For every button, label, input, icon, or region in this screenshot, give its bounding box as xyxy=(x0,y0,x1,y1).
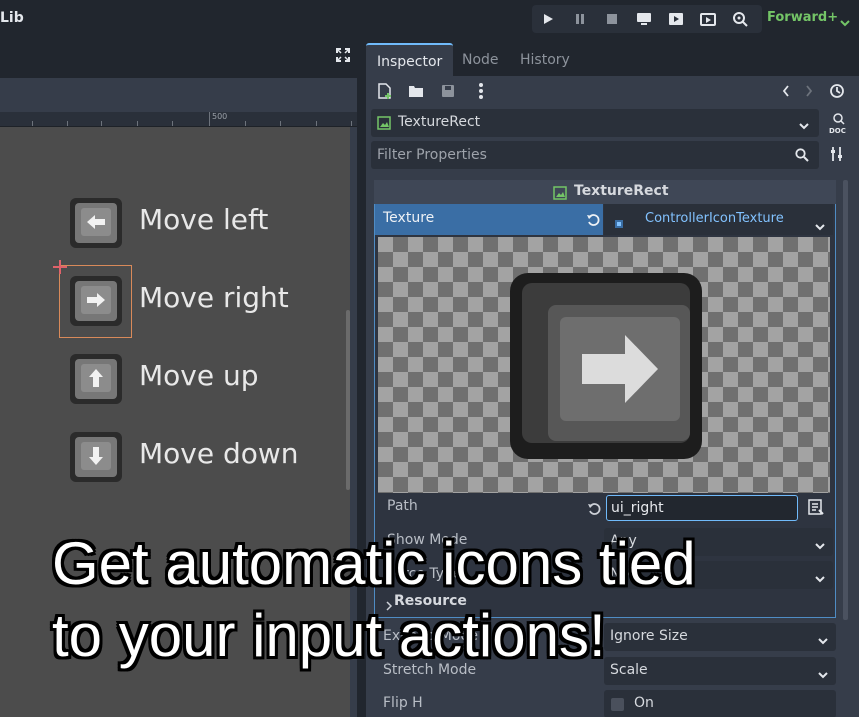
object-name: TextureRect xyxy=(398,114,481,130)
renderer-selector[interactable]: Forward+ xyxy=(767,10,838,25)
checkbox-icon[interactable] xyxy=(611,698,624,711)
texture-value: ControllerIconTexture xyxy=(645,211,784,226)
play-custom-icon[interactable] xyxy=(700,11,716,27)
back-icon[interactable] xyxy=(778,83,794,99)
object-selector[interactable]: TextureRect xyxy=(371,109,819,137)
action-label: Move right xyxy=(139,281,289,314)
doc-icon[interactable]: DOC xyxy=(828,111,848,135)
chevron-down-icon xyxy=(815,538,825,554)
action-label: Move up xyxy=(139,359,259,392)
top-bar: Lib Forward+ xyxy=(0,0,859,38)
action-label: Move left xyxy=(139,203,269,236)
section-title: TextureRect xyxy=(574,183,669,199)
chevron-down-icon xyxy=(815,571,825,587)
list-picker-icon[interactable] xyxy=(808,499,824,519)
texture-rect-icon xyxy=(553,185,567,204)
chevron-down-icon xyxy=(815,216,825,235)
caption-overlay: Get automatic icons tied to your input a… xyxy=(52,528,812,672)
texture-preview[interactable] xyxy=(378,237,830,493)
flip-h-label: Flip H xyxy=(383,695,423,711)
caption-line-1: Get automatic icons tied xyxy=(52,530,696,597)
inspector-scrollbar[interactable] xyxy=(843,180,848,620)
section-header[interactable]: TextureRect xyxy=(374,180,836,204)
action-label: Move down xyxy=(139,437,299,470)
texture-label: Texture xyxy=(383,210,435,226)
tab-history[interactable]: History xyxy=(509,43,581,76)
play-icon[interactable] xyxy=(540,11,556,27)
save-icon[interactable] xyxy=(439,82,457,100)
flip-h-checkbox[interactable]: On xyxy=(604,690,836,717)
play-controls xyxy=(532,5,762,33)
path-text[interactable] xyxy=(607,496,797,520)
texture-rect-icon xyxy=(377,116,391,134)
caption-line-2: to your input actions! xyxy=(52,602,606,669)
forward-icon[interactable] xyxy=(801,83,817,99)
tab-node[interactable]: Node xyxy=(451,43,510,76)
viewport-header xyxy=(0,38,357,78)
editor-window: Lib Forward+ 500 Move left Move right Mo… xyxy=(0,0,859,717)
tools-icon[interactable] xyxy=(829,146,845,162)
viewport-scrollbar[interactable] xyxy=(346,310,350,490)
play-scene-icon[interactable] xyxy=(668,11,684,27)
stop-icon[interactable] xyxy=(604,11,620,27)
history-icon[interactable] xyxy=(828,82,846,100)
horizontal-ruler: 500 xyxy=(0,112,357,127)
new-resource-icon[interactable] xyxy=(376,82,394,100)
arrow-left-icon[interactable] xyxy=(70,198,122,248)
remote-debug-icon[interactable] xyxy=(636,11,652,27)
expand-icon[interactable] xyxy=(336,48,350,62)
viewport-toolbar xyxy=(0,78,357,112)
ruler-label: 500 xyxy=(212,112,228,121)
arrow-right-icon xyxy=(510,273,702,459)
app-title: Lib xyxy=(0,10,24,26)
chevron-down-icon xyxy=(818,633,828,649)
more-options-icon[interactable] xyxy=(472,82,490,100)
texture-property-row[interactable]: Texture xyxy=(375,204,603,235)
tab-inspector[interactable]: Inspector xyxy=(366,43,454,76)
arrow-up-icon[interactable] xyxy=(70,354,122,404)
search-icon xyxy=(795,147,809,166)
chevron-down-icon xyxy=(818,667,828,683)
path-input[interactable] xyxy=(606,495,798,521)
svg-text:DOC: DOC xyxy=(829,127,846,134)
chevron-down-icon[interactable] xyxy=(840,12,850,31)
texture-value-picker[interactable]: ControllerIconTexture xyxy=(604,204,833,235)
chevron-down-icon xyxy=(799,118,809,134)
pivot-cross-icon xyxy=(53,259,67,278)
open-folder-icon[interactable] xyxy=(407,82,425,100)
dock-tabs: Inspector Node History xyxy=(366,38,859,76)
revert-icon[interactable] xyxy=(587,501,601,520)
filter-properties-input[interactable]: Filter Properties xyxy=(371,141,819,169)
filter-placeholder: Filter Properties xyxy=(377,147,487,163)
selection-rect[interactable] xyxy=(59,265,132,338)
pause-icon[interactable] xyxy=(572,11,588,27)
revert-icon[interactable] xyxy=(586,212,600,231)
arrow-down-icon[interactable] xyxy=(70,432,122,482)
path-label: Path xyxy=(387,498,418,514)
movie-icon[interactable] xyxy=(732,11,748,27)
resource-icon xyxy=(614,214,624,233)
